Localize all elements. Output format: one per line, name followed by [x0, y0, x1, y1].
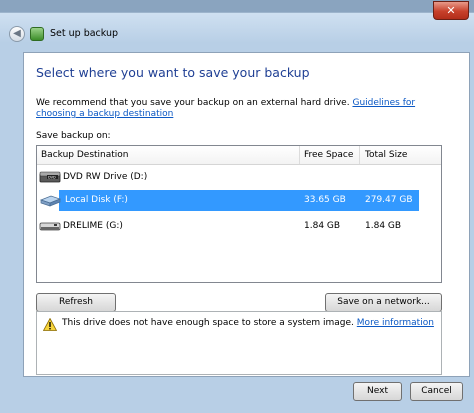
column-header-free-space[interactable]: Free Space: [304, 150, 353, 160]
back-arrow-icon: ◀: [13, 28, 21, 39]
page-heading: Select where you want to save your backu…: [36, 65, 310, 80]
recommendation-sentence: We recommend that you save your backup o…: [36, 98, 350, 108]
wizard-content: Select where you want to save your backu…: [23, 52, 470, 377]
removable-drive-icon: [39, 222, 61, 231]
warning-box: This drive does not have enough space to…: [36, 311, 442, 375]
backup-app-icon: [30, 27, 44, 41]
cancel-button[interactable]: Cancel: [410, 382, 463, 401]
column-header-destination[interactable]: Backup Destination: [41, 150, 129, 160]
window-title: Set up backup: [50, 28, 119, 39]
warning-message: This drive does not have enough space to…: [62, 318, 434, 328]
svg-text:DVD: DVD: [48, 176, 56, 180]
dvd-drive-icon: DVD: [39, 171, 61, 183]
next-button[interactable]: Next: [353, 382, 402, 401]
destination-name: DVD RW Drive (D:): [63, 172, 148, 182]
more-information-link[interactable]: More information: [357, 318, 434, 328]
list-item-local-disk[interactable]: Local Disk (F:) 33.65 GB 279.47 GB: [39, 190, 419, 211]
total-size-value: 279.47 GB: [365, 195, 413, 205]
list-item-drelime[interactable]: DRELIME (G:) 1.84 GB 1.84 GB: [37, 216, 441, 237]
list-item-dvd-drive[interactable]: DVD DVD RW Drive (D:): [37, 167, 441, 188]
warning-icon: [43, 318, 57, 331]
backup-destination-list[interactable]: Backup Destination Free Space Total Size…: [36, 145, 442, 283]
column-header-total-size[interactable]: Total Size: [365, 150, 407, 160]
save-on-network-button[interactable]: Save on a network...: [325, 293, 442, 312]
total-size-value: 1.84 GB: [365, 221, 402, 231]
list-header: Backup Destination Free Space Total Size: [37, 146, 441, 165]
destination-name: Local Disk (F:): [65, 195, 128, 205]
title-bar: ◀ Set up backup: [0, 17, 474, 45]
refresh-button[interactable]: Refresh: [36, 293, 116, 312]
free-space-value: 1.84 GB: [304, 221, 341, 231]
destination-name: DRELIME (G:): [63, 221, 123, 231]
close-icon: ✕: [446, 4, 456, 17]
warning-text: This drive does not have enough space to…: [62, 318, 354, 328]
save-backup-on-label: Save backup on:: [36, 131, 111, 141]
setup-backup-window: ✕ ◀ Set up backup Select where you want …: [0, 1, 474, 413]
back-button[interactable]: ◀: [9, 26, 25, 42]
column-divider: [299, 146, 300, 164]
recommendation-text: We recommend that you save your backup o…: [36, 98, 456, 120]
hard-drive-icon: [39, 195, 61, 207]
free-space-value: 33.65 GB: [304, 195, 346, 205]
column-divider: [359, 146, 360, 164]
